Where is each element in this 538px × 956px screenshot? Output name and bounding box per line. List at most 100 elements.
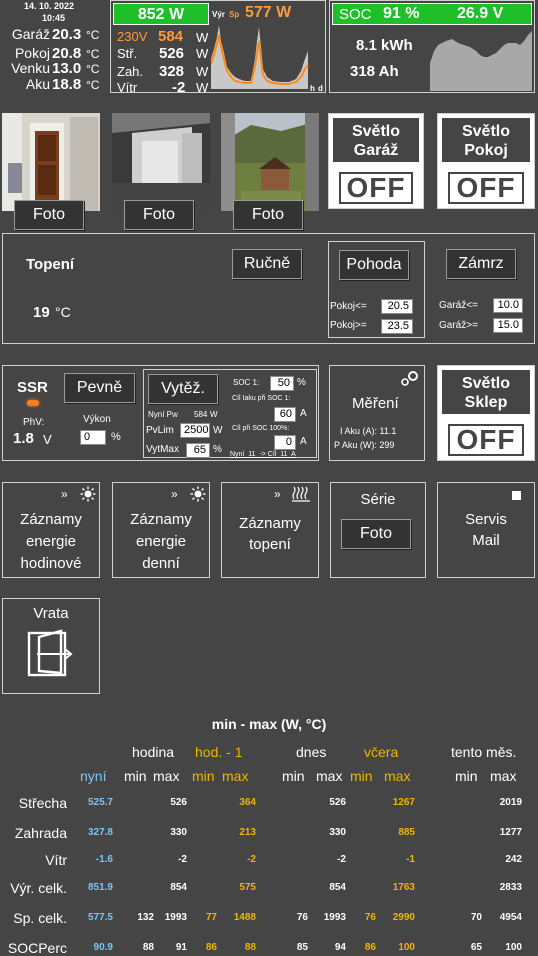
sun-icon bbox=[80, 486, 96, 502]
battery-soc-box: SOC 91 % 26.9 V bbox=[332, 3, 532, 25]
light-sklep-toggle[interactable]: Světlo Sklep OFF bbox=[437, 365, 535, 461]
light-pokoj-toggle[interactable]: Světlo Pokoj OFF bbox=[437, 113, 535, 209]
heating-manual-button[interactable]: Ručně bbox=[232, 249, 302, 279]
cell-m-max: 242 bbox=[505, 854, 522, 865]
soc1-unit: % bbox=[297, 377, 306, 388]
battery-voltage: 26.9 V bbox=[457, 5, 504, 22]
heating-freeze-button[interactable]: Zámrz bbox=[446, 249, 516, 279]
cell-h1-max: 364 bbox=[239, 797, 256, 808]
cell-d-max: 854 bbox=[329, 882, 346, 893]
heating-comfort-button[interactable]: Pohoda bbox=[339, 250, 409, 280]
light-garaz-toggle[interactable]: Světlo Garáž OFF bbox=[328, 113, 424, 209]
tile-gate[interactable]: Vrata bbox=[2, 598, 100, 694]
pokoj-ge-input[interactable]: 23.5 bbox=[381, 319, 413, 334]
stats-title: min - max (W, °C) bbox=[211, 716, 327, 732]
light-garaz-state: OFF bbox=[339, 172, 413, 204]
cell-m-min: 65 bbox=[470, 942, 482, 953]
measure-title: Měření bbox=[352, 395, 399, 412]
gate-label: Vrata bbox=[33, 605, 69, 622]
row-label: Zahrada bbox=[14, 825, 67, 841]
tile-service-mail[interactable]: Servis Mail bbox=[437, 482, 535, 578]
battery-panel[interactable]: SOC 91 % 26.9 V 8.1 kWh 318 Ah bbox=[329, 0, 535, 93]
cell-now: 525.7 bbox=[87, 797, 113, 808]
col-y-min: min bbox=[350, 768, 373, 784]
light-pokoj-state: OFF bbox=[448, 172, 524, 204]
temp-label: Aku bbox=[25, 76, 50, 92]
measure-paku: P Aku (W): 299 bbox=[334, 440, 395, 450]
vytmax-input[interactable]: 65 bbox=[186, 443, 210, 458]
tile-series: Série Foto bbox=[330, 482, 426, 578]
ssr-indicator-led bbox=[27, 400, 39, 406]
col-d-max: max bbox=[316, 768, 343, 784]
cell-m-max: 100 bbox=[505, 942, 522, 953]
garaz-ge-input[interactable]: 15.0 bbox=[493, 318, 523, 333]
vytmax-label: VytMax bbox=[146, 444, 179, 455]
cell-h1-max: 88 bbox=[244, 942, 256, 953]
tile-energy-hourly[interactable]: » Záznamy energie hodinové bbox=[2, 482, 100, 578]
checkbox-icon[interactable] bbox=[512, 491, 521, 500]
cell-d-max: 526 bbox=[329, 797, 346, 808]
tile-label: Série bbox=[360, 491, 396, 508]
ssr-panel: SSR PhV: 1.8 V Pevně Výkon 0 % Vytěž. Ny… bbox=[2, 365, 319, 461]
group-dnes: dnes bbox=[296, 744, 327, 760]
cell-y-max: 1267 bbox=[392, 797, 415, 808]
cell-m-max: 2833 bbox=[499, 882, 522, 893]
col-m-min: min bbox=[455, 768, 478, 784]
row-label: Střecha bbox=[18, 795, 67, 811]
cell-y-max: 100 bbox=[398, 942, 415, 953]
vykon-input[interactable]: 0 bbox=[80, 430, 106, 445]
phv-value: 1.8 bbox=[13, 430, 34, 447]
garaz-le-input[interactable]: 10.0 bbox=[493, 298, 523, 313]
sun-icon bbox=[190, 486, 206, 502]
temp-unit: °C bbox=[86, 28, 100, 42]
cil-soc1-input[interactable]: 60 bbox=[274, 407, 296, 422]
light-garaz-label: Světlo Garáž bbox=[333, 118, 419, 162]
ssr-fixed-button[interactable]: Pevně bbox=[64, 373, 135, 403]
temp-row-aku: Aku 18.8 °C bbox=[2, 76, 108, 96]
cell-h1-min: 77 bbox=[205, 912, 217, 923]
cell-h-max: -2 bbox=[178, 854, 187, 865]
pvlim-input[interactable]: 2500 bbox=[180, 423, 210, 438]
axis-d: d bbox=[318, 84, 323, 93]
axis-h: h bbox=[310, 84, 315, 93]
nyni-pw-unit: W bbox=[210, 410, 218, 419]
camera-1[interactable] bbox=[2, 113, 100, 211]
pokoj-le-input[interactable]: 20.5 bbox=[381, 299, 413, 314]
ssr-heat-button[interactable]: Vytěž. bbox=[148, 374, 218, 404]
row-label: Vítr bbox=[45, 852, 67, 868]
col-h-min: min bbox=[124, 768, 147, 784]
header-date: 14. 10. 2022 bbox=[24, 1, 75, 11]
measure-panel[interactable]: Měření I Aku (A): 11.1 P Aku (W): 299 bbox=[329, 365, 425, 461]
tile-energy-daily[interactable]: » Záznamy energie denní bbox=[112, 482, 210, 578]
power-panel[interactable]: 852 W Výr Sp 577 W 230V 584 W Stř. 526 W… bbox=[110, 0, 326, 96]
series-photo-button[interactable]: Foto bbox=[341, 519, 411, 549]
col-d-min: min bbox=[282, 768, 305, 784]
vykon-unit: % bbox=[111, 431, 121, 443]
cell-now: 327.8 bbox=[87, 827, 113, 838]
camera-2-photo-button[interactable]: Foto bbox=[124, 200, 194, 230]
cil-soc1-label: Cíl Iaku při SOC 1: bbox=[232, 395, 291, 402]
pokoj-le-label: Pokoj<= bbox=[330, 301, 367, 312]
camera-2[interactable] bbox=[112, 113, 210, 211]
vykon-label: Výkon bbox=[83, 414, 111, 425]
temp-label: Venku bbox=[11, 60, 50, 76]
ssr-heat-box: Vytěž. Nyní Pw 584 W PvLim 2500 W VytMax… bbox=[143, 369, 317, 458]
cell-h1-min: 86 bbox=[205, 942, 217, 953]
pvlim-label: PvLim bbox=[146, 425, 174, 436]
camera-3[interactable] bbox=[221, 113, 319, 211]
light-sklep-state: OFF bbox=[448, 424, 524, 456]
heating-temp: 19 bbox=[33, 304, 50, 321]
heating-title: Topení bbox=[26, 256, 75, 273]
cil-soc100-input[interactable]: 0 bbox=[274, 435, 296, 450]
camera-image bbox=[112, 113, 210, 211]
cell-h-min: 132 bbox=[137, 912, 154, 923]
col-h1-min: min bbox=[192, 768, 215, 784]
battery-ah: 318 Ah bbox=[350, 63, 399, 80]
soc1-input[interactable]: 50 bbox=[270, 376, 294, 391]
camera-3-photo-button[interactable]: Foto bbox=[233, 200, 303, 230]
power-sparkline bbox=[211, 25, 309, 89]
camera-1-photo-button[interactable]: Foto bbox=[14, 200, 84, 230]
col-h1-max: max bbox=[222, 768, 249, 784]
tile-heating-records[interactable]: » Záznamy topení bbox=[221, 482, 319, 578]
cell-y-max: 885 bbox=[398, 827, 415, 838]
